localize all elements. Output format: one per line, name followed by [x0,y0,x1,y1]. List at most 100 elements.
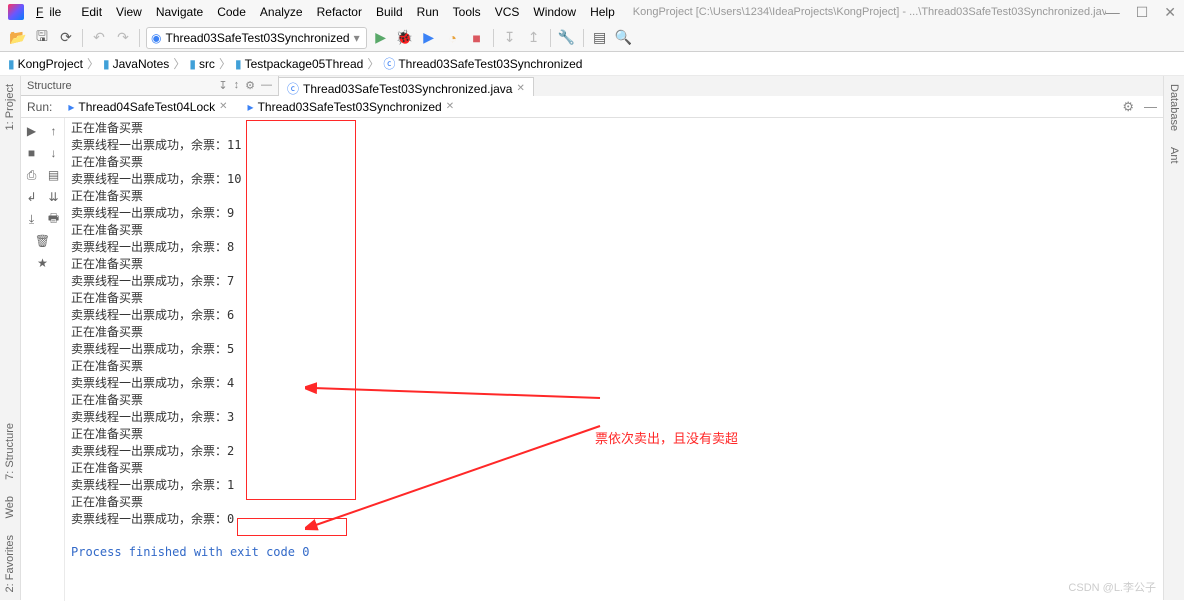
minimize-icon[interactable]: — [1106,4,1120,21]
main-toolbar: 📂 🖫 ⟳ ↶ ↷ ◉ Thread03SafeTest03Synchroniz… [0,24,1184,52]
rail-structure[interactable]: 7: Structure [4,423,16,480]
exit-line: Process finished with exit code 0 [71,544,1157,561]
bc-project[interactable]: ▮KongProject [8,57,83,71]
run-label: Run: [27,100,52,114]
folder-icon: ▮ [189,57,196,71]
structure-icon[interactable]: ▤ [590,28,610,48]
run-tabs: Run: ▸ Thread04SafeTest04Lock ✕ ▸ Thread… [21,96,1163,118]
run-tab-1[interactable]: ▸ Thread04SafeTest04Lock ✕ [64,98,231,116]
console-line-success: 卖票线程一出票成功，余票：9 [71,205,1157,222]
save-icon[interactable]: 🖫 [32,28,52,48]
delete-icon[interactable]: 🗑 [34,232,52,250]
run-configuration-selector[interactable]: ◉ Thread03SafeTest03Synchronized ▾ [146,27,367,49]
pin-icon[interactable]: ★ [34,254,52,272]
console-line-success: 卖票线程一出票成功，余票：3 [71,409,1157,426]
run-config-name: Thread03SafeTest03Synchronized [165,31,349,45]
console-line-prepare: 正在准备买票 [71,324,1157,341]
hide-icon[interactable]: — [1144,99,1157,115]
menu-help[interactable]: Help [584,3,621,21]
scroll-icon[interactable]: ⇊ [45,188,63,206]
menu-navigate[interactable]: Navigate [150,3,209,21]
class-icon: ▸ [248,100,254,114]
menu-build[interactable]: Build [370,3,409,21]
menu-tools[interactable]: Tools [447,3,487,21]
up-stack-icon[interactable]: ↑ [45,122,63,140]
console-line-prepare: 正在准备买票 [71,392,1157,409]
camera-icon[interactable]: ⎙ [23,166,41,184]
profile-icon[interactable]: ◔ [443,28,463,48]
hide-icon[interactable]: — [261,79,272,92]
title-bar: File Edit View Navigate Code Analyze Ref… [0,0,1184,24]
gear-icon[interactable]: ⚙ [245,79,255,92]
run-tab-2[interactable]: ▸ Thread03SafeTest03Synchronized ✕ [244,98,459,116]
run-toolbar-vertical: ▶↑ ■↓ ⎙▤ ↲⇊ ⤓🖶 🗑 ★ [21,118,65,601]
folder-icon: ▮ [235,57,242,71]
console-line-prepare: 正在准备买票 [71,222,1157,239]
editor-tab-label: Thread03SafeTest03Synchronized.java [303,82,512,96]
console-line-prepare: 正在准备买票 [71,494,1157,511]
close-icon[interactable]: ✕ [446,101,454,112]
sort-icon[interactable]: ↧ [218,79,227,92]
console-line-success: 卖票线程一出票成功，余票：6 [71,307,1157,324]
structure-title: Structure [27,80,72,92]
bc-module[interactable]: ▮JavaNotes [103,57,169,71]
rail-web[interactable]: Web [4,496,16,518]
wrap-icon[interactable]: ↲ [23,188,41,206]
stop-icon[interactable]: ■ [467,28,487,48]
menu-view[interactable]: View [110,3,148,21]
menu-window[interactable]: Window [527,3,582,21]
coverage-icon[interactable]: ▶ [419,28,439,48]
menu-code[interactable]: Code [211,3,252,21]
debug-icon[interactable]: 🐞 [395,28,415,48]
menu-run[interactable]: Run [411,3,445,21]
structure-panel-header: Structure ↧ ↕ ⚙ — [21,76,279,96]
refresh-icon[interactable]: ⟳ [56,28,76,48]
run-icon[interactable]: ▶ [371,28,391,48]
search-icon[interactable]: 🔍 [614,28,634,48]
right-tool-rail: Database Ant [1163,76,1184,600]
intellij-logo-icon [8,4,24,20]
menu-edit[interactable]: Edit [75,3,108,21]
rail-project[interactable]: 1: Project [4,84,16,130]
menu-file[interactable]: File [30,3,73,21]
console-line-success: 卖票线程一出票成功，余票：10 [71,171,1157,188]
console-line-prepare: 正在准备买票 [71,120,1157,137]
down-stack-icon[interactable]: ↓ [45,144,63,162]
menu-analyze[interactable]: Analyze [254,3,309,21]
bc-src[interactable]: ▮src [189,57,215,71]
vcs-update-icon[interactable]: ↧ [500,28,520,48]
expand-icon[interactable]: ↕ [234,79,240,92]
bc-class[interactable]: ⓒThread03SafeTest03Synchronized [383,55,582,72]
console-line-success: 卖票线程一出票成功，余票：4 [71,375,1157,392]
bc-package[interactable]: ▮Testpackage05Thread [235,57,363,71]
undo-icon[interactable]: ↶ [89,28,109,48]
rail-favorites[interactable]: 2: Favorites [4,535,16,592]
console-line-prepare: 正在准备买票 [71,256,1157,273]
gear-icon[interactable]: ⚙ [1122,99,1134,115]
console-line-success: 卖票线程一出票成功，余票：0 [71,511,1157,528]
export-icon[interactable]: ⤓ [23,210,41,228]
breadcrumb: ▮KongProject 〉 ▮JavaNotes 〉 ▮src 〉 ▮Test… [0,52,1184,76]
redo-icon[interactable]: ↷ [113,28,133,48]
open-icon[interactable]: 📂 [8,28,28,48]
stop-icon[interactable]: ■ [23,144,41,162]
close-icon[interactable]: ✕ [1164,4,1176,21]
menu-refactor[interactable]: Refactor [311,3,368,21]
console-line-prepare: 正在准备买票 [71,290,1157,307]
rerun-icon[interactable]: ▶ [23,122,41,140]
close-icon[interactable]: ✕ [219,101,227,112]
rail-ant[interactable]: Ant [1168,147,1180,164]
rail-database[interactable]: Database [1168,84,1180,131]
class-icon: ◉ [151,31,161,45]
vcs-commit-icon[interactable]: ↥ [524,28,544,48]
menu-vcs[interactable]: VCS [489,3,526,21]
maximize-icon[interactable]: ☐ [1136,4,1149,21]
close-tab-icon[interactable]: ✕ [516,83,524,94]
settings-icon[interactable]: 🔧 [557,28,577,48]
print-icon[interactable]: 🖶 [45,210,63,228]
console-output[interactable]: 正在准备买票卖票线程一出票成功，余票：11正在准备买票卖票线程一出票成功，余票：… [65,118,1163,601]
layout-icon[interactable]: ▤ [45,166,63,184]
console-line-prepare: 正在准备买票 [71,460,1157,477]
console-line-success: 卖票线程一出票成功，余票：5 [71,341,1157,358]
console-line-success: 卖票线程一出票成功，余票：8 [71,239,1157,256]
